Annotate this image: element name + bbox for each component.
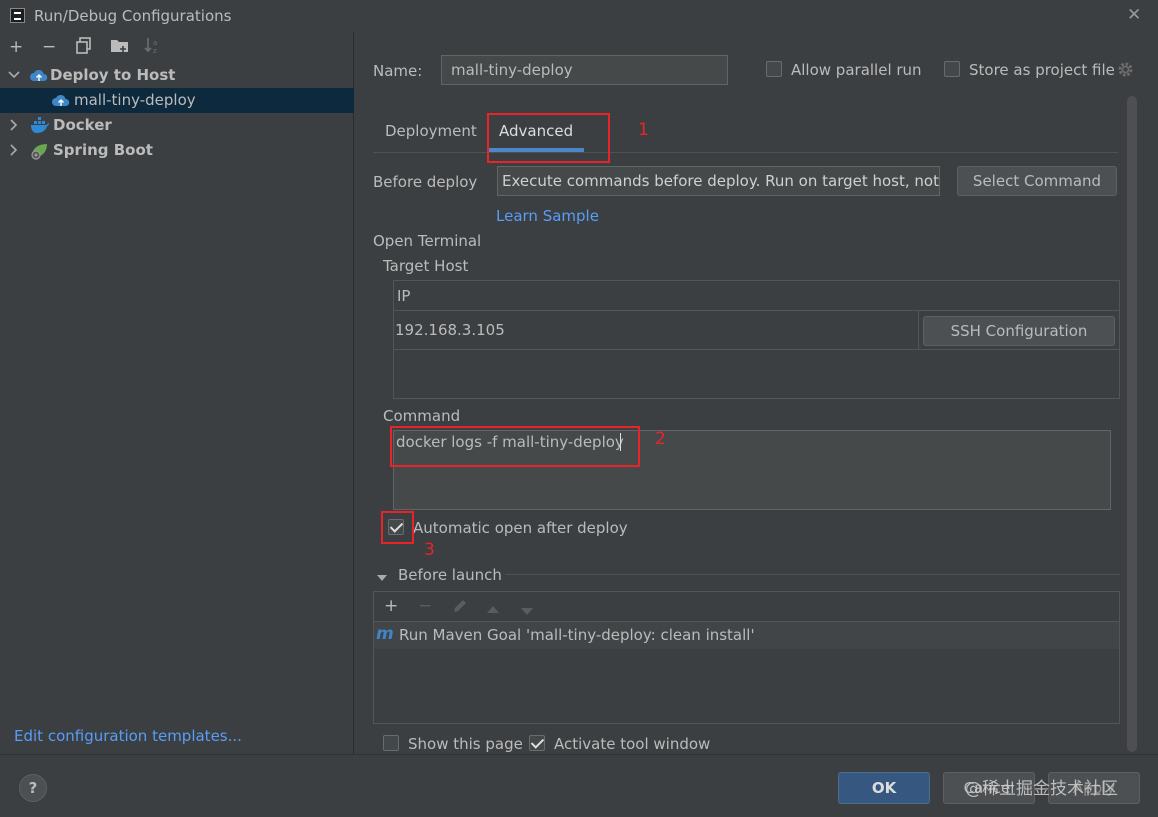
name-input[interactable]: mall-tiny-deploy — [441, 55, 728, 85]
move-up-icon[interactable] — [486, 600, 500, 620]
spring-boot-icon — [30, 142, 50, 168]
select-command-button[interactable]: Select Command — [957, 166, 1117, 196]
svg-text:a: a — [153, 39, 157, 47]
tabs-divider — [373, 152, 1118, 153]
maven-icon: m — [376, 624, 394, 644]
close-icon[interactable]: ✕ — [1127, 5, 1141, 25]
learn-sample-link[interactable]: Learn Sample — [496, 207, 599, 225]
host-table-header: IP — [394, 281, 1119, 311]
annotation-number-3: 3 — [424, 540, 435, 560]
target-host-label: Target Host — [383, 257, 469, 275]
watermark-text: @稀土掘金技术社区 — [965, 779, 1118, 799]
tab-deployment[interactable]: Deployment — [385, 122, 477, 140]
open-terminal-label: Open Terminal — [373, 232, 482, 250]
add-task-icon[interactable]: + — [384, 596, 398, 616]
annotation-number-2: 2 — [655, 429, 666, 449]
copy-configuration-icon[interactable] — [76, 37, 92, 59]
show-this-page-label: Show this page — [408, 735, 523, 753]
tree-item-label: Deploy to Host — [50, 66, 176, 84]
edit-configuration-templates-link[interactable]: Edit configuration templates... — [14, 727, 242, 745]
window-title: Run/Debug Configurations — [34, 7, 232, 25]
annotation-box-advanced-tab — [487, 113, 610, 163]
tree-item-docker[interactable]: Docker — [0, 113, 354, 138]
svg-text:z: z — [153, 47, 157, 54]
activate-tool-window-label: Activate tool window — [554, 735, 711, 753]
cell-divider — [918, 311, 919, 350]
annotation-number-1: 1 — [638, 120, 649, 140]
allow-parallel-run-label: Allow parallel run — [791, 61, 922, 79]
edit-task-icon[interactable] — [452, 598, 468, 619]
store-as-project-file-label: Store as project file — [969, 61, 1115, 79]
tree-item-spring-boot[interactable]: Spring Boot — [0, 138, 354, 163]
tree-item-label: mall-tiny-deploy — [74, 91, 196, 109]
ssh-configuration-button[interactable]: SSH Configuration — [923, 316, 1115, 346]
section-divider — [505, 574, 1120, 575]
add-configuration-icon[interactable]: + — [9, 37, 23, 57]
table-row[interactable]: 192.168.3.105 SSH Configuration — [394, 311, 1119, 350]
annotation-box-auto-open — [381, 511, 414, 544]
remove-task-icon[interactable]: − — [418, 596, 432, 616]
tree-item-label: Spring Boot — [53, 141, 153, 159]
automatic-open-label: Automatic open after deploy — [413, 519, 628, 537]
command-label: Command — [383, 407, 461, 425]
triangle-down-icon[interactable] — [376, 569, 388, 587]
tree-item-deploy-to-host[interactable]: Deploy to Host — [0, 63, 354, 88]
store-as-project-file-checkbox[interactable] — [944, 61, 960, 77]
name-label: Name: — [373, 62, 423, 80]
show-this-page-checkbox[interactable] — [383, 735, 399, 751]
list-item[interactable]: m Run Maven Goal 'mall-tiny-deploy: clea… — [374, 622, 1119, 649]
remove-configuration-icon[interactable]: − — [42, 37, 56, 57]
help-button[interactable]: ? — [19, 774, 47, 802]
ip-column-header: IP — [397, 287, 411, 305]
host-ip-value: 192.168.3.105 — [395, 321, 505, 339]
annotation-box-command — [390, 426, 640, 467]
gear-icon[interactable] — [1117, 61, 1134, 82]
before-deploy-input[interactable]: Execute commands before deploy. Run on t… — [497, 166, 940, 196]
tree-item-label: Docker — [53, 116, 112, 134]
ok-button[interactable]: OK — [838, 772, 930, 804]
move-to-folder-icon[interactable] — [110, 37, 129, 59]
vertical-scrollbar[interactable] — [1127, 96, 1137, 752]
activate-tool-window-checkbox[interactable] — [529, 735, 545, 751]
target-host-table: IP 192.168.3.105 SSH Configuration — [393, 280, 1120, 399]
allow-parallel-run-checkbox[interactable] — [766, 61, 782, 77]
before-launch-task-label: Run Maven Goal 'mall-tiny-deploy: clean … — [399, 626, 755, 644]
before-launch-toolbar: + − — [374, 592, 1119, 622]
move-down-icon[interactable] — [520, 601, 534, 621]
before-launch-label: Before launch — [398, 566, 502, 584]
sort-configurations-icon[interactable]: az — [144, 37, 162, 59]
before-launch-panel: + − m Run Maven Goal 'mall-tiny-deploy: … — [373, 591, 1120, 724]
intellij-app-icon — [10, 8, 25, 23]
before-deploy-label: Before deploy — [373, 173, 478, 191]
tree-item-mall-tiny-deploy[interactable]: mall-tiny-deploy — [0, 88, 354, 113]
chevron-right-icon[interactable] — [8, 138, 20, 172]
